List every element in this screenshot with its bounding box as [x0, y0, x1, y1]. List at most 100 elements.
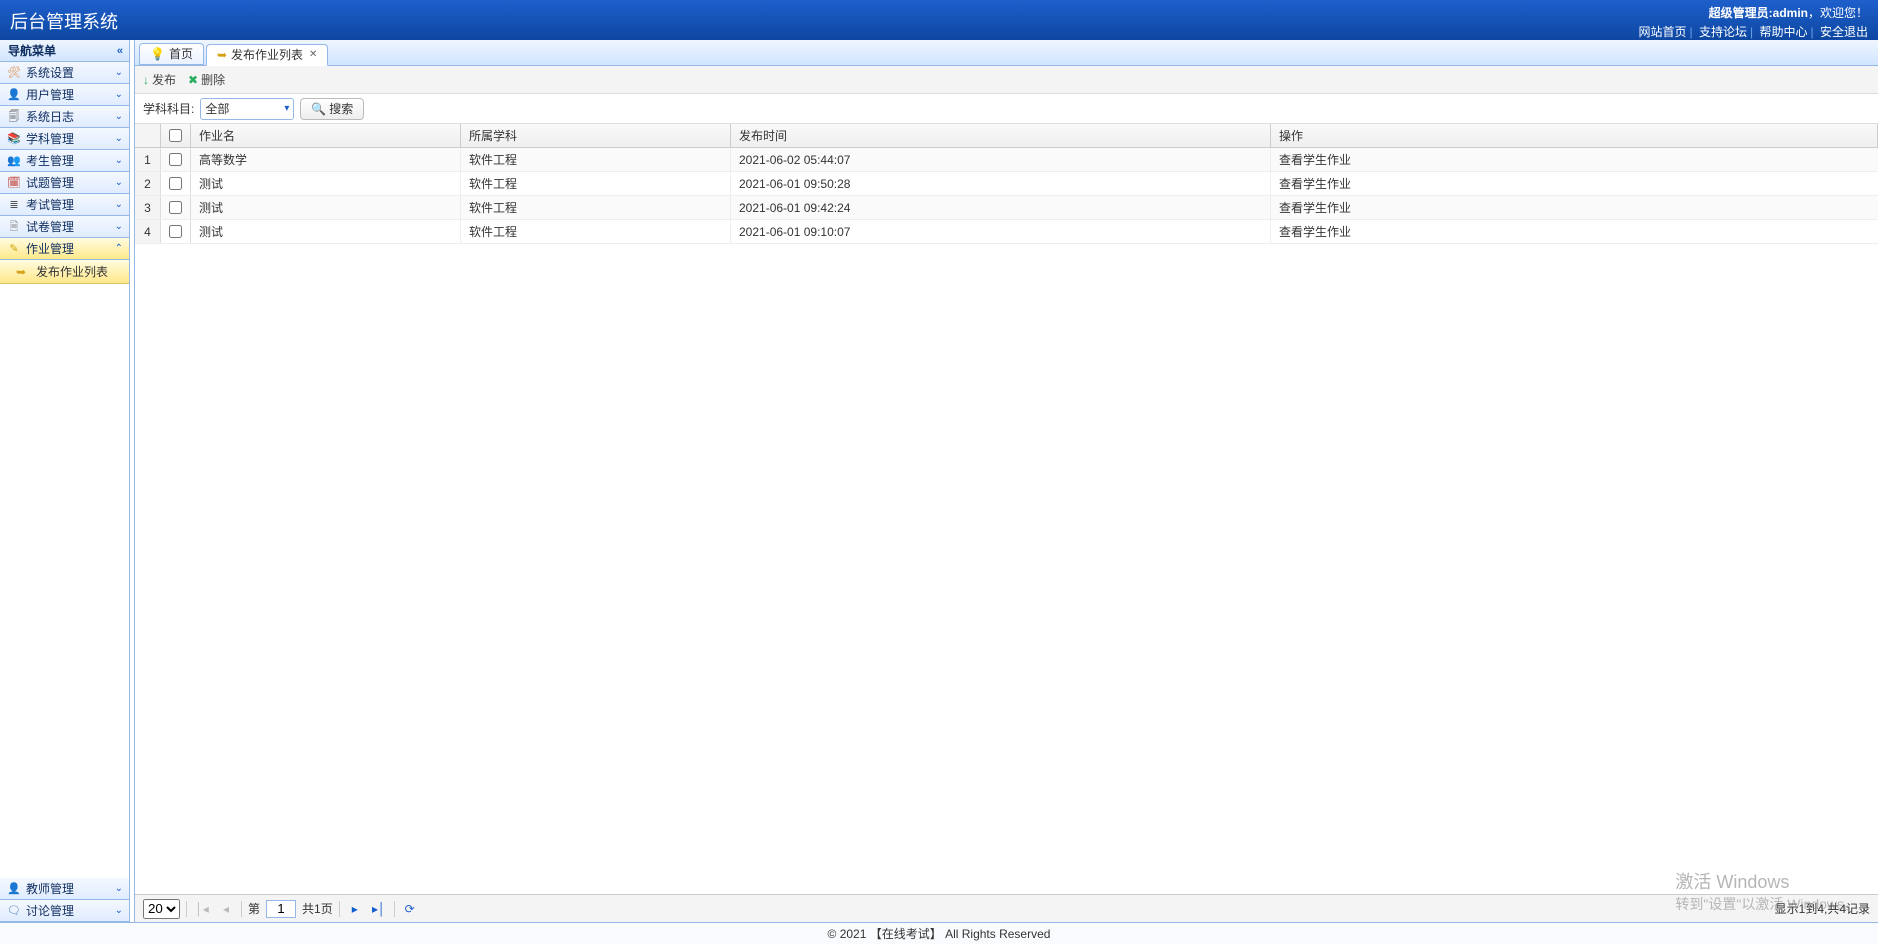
row-number: 4 [135, 220, 161, 243]
cell-action: 查看学生作业 [1271, 196, 1878, 219]
chevron-down-icon: ▾ [284, 103, 289, 114]
tab-publish-list[interactable]: ➥ 发布作业列表 ✕ [206, 44, 328, 66]
close-icon[interactable]: ✕ [309, 45, 317, 65]
table-row[interactable]: 1高等数学软件工程2021-06-02 05:44:07查看学生作业 [135, 148, 1878, 172]
pencil-icon: ✎ [6, 241, 22, 257]
filter-bar: 学科科目: 全部 ▾ 🔍搜索 [135, 94, 1878, 124]
cell-action: 查看学生作业 [1271, 172, 1878, 195]
link-logout[interactable]: 安全退出 [1820, 25, 1868, 39]
select-all-checkbox[interactable] [169, 129, 182, 142]
first-page-button[interactable]: │◂ [193, 900, 211, 918]
pager: 20 │◂ ◂ 第 共1页 ▸ ▸│ ⟳ 显示1到4,共4记录 [135, 894, 1878, 922]
chevron-down-icon: ⌄ [115, 900, 123, 922]
tab-home-label: 首页 [169, 44, 193, 64]
view-homework-link[interactable]: 查看学生作业 [1279, 199, 1351, 216]
link-home[interactable]: 网站首页 [1639, 25, 1687, 39]
page-input[interactable] [266, 900, 296, 918]
link-forum[interactable]: 支持论坛 [1699, 25, 1747, 39]
nav-item-system[interactable]: 🛠系统设置⌄ [0, 62, 129, 84]
teacher-icon: 👤 [6, 881, 22, 897]
publish-icon: ➥ [16, 260, 32, 284]
prev-page-button[interactable]: ◂ [217, 900, 235, 918]
nav-title: 导航菜单 « [0, 40, 129, 62]
col-checkbox-header [161, 124, 191, 147]
book-icon: 📚 [6, 131, 22, 147]
tabs-bar: 💡 首页 ➥ 发布作业列表 ✕ [135, 40, 1878, 66]
app-title: 后台管理系统 [10, 4, 118, 34]
chevron-down-icon: ⌄ [115, 62, 123, 84]
header-links: 网站首页| 支持论坛| 帮助中心| 安全退出 [1639, 25, 1868, 39]
col-action-header: 操作 [1271, 124, 1878, 147]
cell-time: 2021-06-02 05:44:07 [731, 148, 1271, 171]
table-row[interactable]: 2测试软件工程2021-06-01 09:50:28查看学生作业 [135, 172, 1878, 196]
admin-name: admin [1773, 6, 1808, 20]
view-homework-link[interactable]: 查看学生作业 [1279, 151, 1351, 168]
welcome-suffix: ，欢迎您！ [1808, 6, 1868, 20]
table-row[interactable]: 4测试软件工程2021-06-01 09:10:07查看学生作业 [135, 220, 1878, 244]
row-number: 1 [135, 148, 161, 171]
nav-title-label: 导航菜单 [8, 40, 56, 62]
view-homework-link[interactable]: 查看学生作业 [1279, 175, 1351, 192]
row-number: 2 [135, 172, 161, 195]
nav-sub-publish-list[interactable]: ➥发布作业列表 [0, 260, 129, 284]
nav-item-question[interactable]: 🗓试题管理⌄ [0, 172, 129, 194]
page-size-select[interactable]: 20 [143, 899, 180, 919]
col-name-header[interactable]: 作业名 [191, 124, 461, 147]
nav-item-discuss[interactable]: 🗨讨论管理⌄ [0, 900, 129, 922]
row-checkbox-cell [161, 148, 191, 171]
last-page-button[interactable]: ▸│ [370, 900, 388, 918]
cell-subject: 软件工程 [461, 148, 731, 171]
view-homework-link[interactable]: 查看学生作业 [1279, 223, 1351, 240]
data-grid: 作业名 所属学科 发布时间 操作 1高等数学软件工程2021-06-02 05:… [135, 124, 1878, 894]
cell-time: 2021-06-01 09:50:28 [731, 172, 1271, 195]
nav-item-exam[interactable]: ≣考试管理⌄ [0, 194, 129, 216]
publish-button[interactable]: ↓发布 [143, 71, 176, 88]
cell-time: 2021-06-01 09:42:24 [731, 196, 1271, 219]
nav-item-paper[interactable]: 🗎试卷管理⌄ [0, 216, 129, 238]
nav-item-student[interactable]: 👥考生管理⌄ [0, 150, 129, 172]
row-checkbox[interactable] [169, 153, 182, 166]
next-page-button[interactable]: ▸ [346, 900, 364, 918]
nav-item-subject[interactable]: 📚学科管理⌄ [0, 128, 129, 150]
welcome-text: 超级管理员:admin，欢迎您！ [1639, 4, 1868, 21]
link-help[interactable]: 帮助中心 [1760, 25, 1808, 39]
cell-name: 测试 [191, 172, 461, 195]
collapse-icon[interactable]: « [117, 40, 123, 62]
row-checkbox[interactable] [169, 225, 182, 238]
tab-publish-label: 发布作业列表 [231, 45, 303, 65]
page-prefix: 第 [248, 900, 260, 917]
col-subject-header[interactable]: 所属学科 [461, 124, 731, 147]
delete-button[interactable]: ✖删除 [188, 71, 225, 88]
pager-info: 显示1到4,共4记录 [1775, 900, 1870, 917]
row-checkbox[interactable] [169, 201, 182, 214]
welcome-prefix: 超级管理员: [1709, 6, 1773, 20]
app-header: 后台管理系统 超级管理员:admin，欢迎您！ 网站首页| 支持论坛| 帮助中心… [0, 0, 1878, 40]
tab-home[interactable]: 💡 首页 [139, 43, 204, 65]
header-right: 超级管理员:admin，欢迎您！ 网站首页| 支持论坛| 帮助中心| 安全退出 [1639, 4, 1868, 40]
nav-sub-homework: ➥发布作业列表 [0, 260, 129, 284]
chevron-down-icon: ⌄ [115, 106, 123, 128]
cell-name: 测试 [191, 196, 461, 219]
combo-value: 全部 [205, 100, 229, 117]
refresh-button[interactable]: ⟳ [401, 900, 419, 918]
nav-bottom: 👤教师管理⌄ 🗨讨论管理⌄ [0, 878, 129, 922]
cell-action: 查看学生作业 [1271, 220, 1878, 243]
cell-subject: 软件工程 [461, 220, 731, 243]
row-checkbox-cell [161, 196, 191, 219]
nav-item-log[interactable]: 🗐系统日志⌄ [0, 106, 129, 128]
cell-name: 测试 [191, 220, 461, 243]
nav-item-homework[interactable]: ✎作业管理⌃ [0, 238, 129, 260]
search-button[interactable]: 🔍搜索 [300, 98, 364, 120]
nav-item-teacher[interactable]: 👤教师管理⌄ [0, 878, 129, 900]
user-icon: 👤 [6, 87, 22, 103]
subject-combo[interactable]: 全部 ▾ [200, 98, 294, 120]
search-icon: 🔍 [311, 102, 326, 116]
cell-subject: 软件工程 [461, 196, 731, 219]
table-row[interactable]: 3测试软件工程2021-06-01 09:42:24查看学生作业 [135, 196, 1878, 220]
row-checkbox[interactable] [169, 177, 182, 190]
publish-icon: ➥ [217, 45, 227, 65]
chevron-down-icon: ⌄ [115, 172, 123, 194]
col-time-header[interactable]: 发布时间 [731, 124, 1271, 147]
log-icon: 🗐 [6, 109, 22, 125]
nav-item-user[interactable]: 👤用户管理⌄ [0, 84, 129, 106]
